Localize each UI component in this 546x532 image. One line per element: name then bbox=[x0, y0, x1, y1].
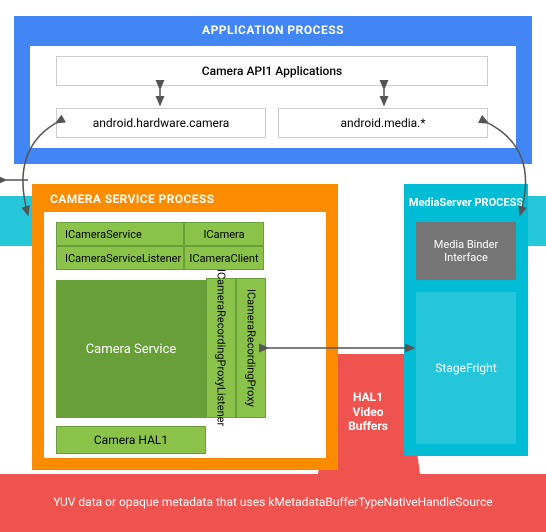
cyan-band-left bbox=[0, 196, 34, 246]
icameraclient-box: ICameraClient bbox=[184, 246, 264, 270]
icamerarecordingproxy-box: ICameraRecordingProxy bbox=[236, 278, 266, 418]
stagefright-box: StageFright bbox=[416, 292, 516, 444]
icamera-box: ICamera bbox=[184, 222, 264, 246]
hal1-video-buffers-label: HAL1 Video Buffers bbox=[338, 370, 398, 454]
mediaserver-process-title: MediaServer PROCESS bbox=[404, 188, 528, 218]
media-binder-interface-box: Media Binder Interface bbox=[416, 222, 516, 280]
camera-service-box: Camera Service bbox=[56, 280, 206, 418]
camera-api1-applications-box: Camera API1 Applications bbox=[56, 56, 488, 86]
application-process-title: APPLICATION PROCESS bbox=[14, 18, 532, 42]
android-media-box: android.media.* bbox=[278, 108, 488, 138]
camera-hal1-box: Camera HAL1 bbox=[56, 426, 206, 454]
diagram-canvas: APPLICATION PROCESS Camera API1 Applicat… bbox=[0, 0, 546, 532]
camera-service-process-title: CAMERA SERVICE PROCESS bbox=[44, 188, 324, 210]
cyan-band-right bbox=[528, 196, 546, 246]
icamerarecordingproxylistener-box: ICameraRecordingProxyListener bbox=[206, 278, 236, 418]
icameraservice-box: ICameraService bbox=[56, 222, 184, 246]
android-hardware-camera-box: android.hardware.camera bbox=[56, 108, 266, 138]
footer-text: YUV data or opaque metadata that uses kM… bbox=[0, 486, 546, 520]
icameraservicelistener-box: ICameraServiceListener bbox=[56, 246, 184, 270]
